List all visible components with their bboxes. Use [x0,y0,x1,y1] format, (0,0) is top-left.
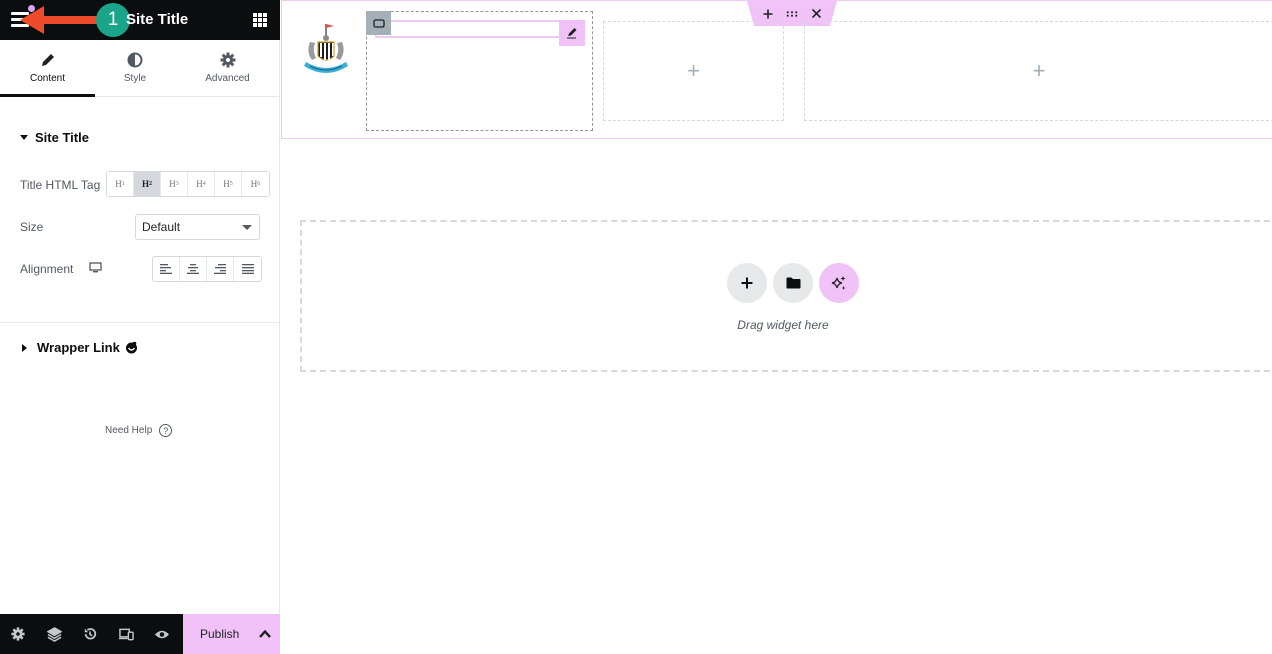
preview-button[interactable] [144,614,180,654]
empty-section-drop-zone[interactable]: Drag widget here [300,220,1272,372]
caret-down-icon [20,135,28,140]
add-section-button[interactable] [727,263,767,303]
tag-h4-button[interactable]: H4 [188,172,215,196]
plus-icon [741,277,753,289]
align-left-button[interactable] [153,257,180,281]
section-wrapper-link-toggle[interactable]: Wrapper Link [20,340,138,355]
widgets-grid-icon[interactable] [253,13,267,27]
add-section-icon[interactable] [762,8,774,20]
gear-icon [220,52,235,68]
section-site-title-toggle[interactable]: Site Title [20,130,89,145]
tab-label: Style [123,73,147,84]
need-help-link[interactable]: Need Help ? [105,424,173,437]
gear-icon [11,627,25,641]
publish-button[interactable]: Publish [200,627,239,641]
section-heading: Site Title [35,130,89,145]
pro-icon [125,341,137,354]
tag-h2-button[interactable]: H2 [134,172,161,196]
site-title-widget[interactable] [375,20,583,38]
drag-handle-icon[interactable] [786,8,798,20]
responsive-icon [118,628,134,640]
header-section[interactable]: + + [281,0,1272,139]
desktop-monitor-icon[interactable] [89,262,102,273]
section-heading: Wrapper Link [37,340,120,355]
drop-zone-text: Drag widget here [302,318,1272,332]
tag-h6-button[interactable]: H6 [242,172,269,196]
half-circle-icon [127,52,143,68]
size-select-value: Default [142,220,181,234]
drop-zone-actions [727,263,859,303]
question-circle-icon: ? [159,424,173,437]
tab-content[interactable]: Content [0,40,95,97]
panel-footer: Publish [0,614,280,654]
history-button[interactable] [72,614,108,654]
align-left-icon [160,264,172,274]
drop-zone-label: Drag widget here [737,318,829,332]
empty-column[interactable]: + [804,21,1272,121]
add-widget-plus-icon[interactable]: + [1033,58,1046,84]
editor-canvas: + + Drag widget here [281,0,1272,654]
navigator-button[interactable] [36,614,72,654]
chevron-up-icon[interactable] [258,627,272,641]
size-select[interactable]: Default [135,214,260,240]
editor-panel: 1 Site Title Content Style Advanced Site… [0,0,280,654]
panel-tabs: Content Style Advanced [0,40,280,97]
html-tag-selector: H1 H2 H3 H4 H5 H6 [106,171,270,197]
add-template-button[interactable] [773,263,813,303]
align-justify-button[interactable] [234,257,261,281]
align-center-button[interactable] [180,257,207,281]
ai-generate-button[interactable] [819,263,859,303]
edit-widget-button[interactable] [559,20,585,46]
tab-label: Advanced [205,73,250,84]
tag-h3-button[interactable]: H3 [161,172,188,196]
size-label: Size [20,220,44,234]
delete-section-icon[interactable] [810,8,822,20]
chevron-down-icon [242,225,252,230]
align-right-button[interactable] [207,257,234,281]
tab-advanced[interactable]: Advanced [175,40,280,96]
empty-column[interactable]: + [603,21,784,121]
align-justify-icon [241,264,254,274]
align-right-icon [214,264,226,274]
folder-icon [786,277,800,289]
column-handle[interactable] [366,11,391,35]
eye-icon [155,630,169,638]
tab-style[interactable]: Style [95,40,175,96]
annotation-step-badge: 1 [96,3,130,37]
layers-icon [46,626,62,642]
title-html-tag-label: Title HTML Tag [20,178,101,192]
responsive-mode-button[interactable] [108,614,144,654]
need-help-label: Need Help [105,425,153,436]
alignment-label: Alignment [20,262,74,276]
ai-sparkle-icon [831,276,846,290]
elementor-editor: 1 Site Title Content Style Advanced Site… [0,0,1272,654]
club-crest-logo[interactable] [302,22,356,78]
section-divider [0,322,280,323]
alignment-selector [152,256,262,282]
history-icon [84,628,97,640]
site-title-column[interactable] [366,11,593,131]
publish-area: Publish [183,614,280,654]
tag-h5-button[interactable]: H5 [215,172,242,196]
panel-title: Site Title [126,11,189,28]
align-center-icon [187,264,199,274]
settings-button[interactable] [0,614,36,654]
tab-label: Content [29,73,66,84]
panel-header: 1 Site Title [0,0,280,40]
pencil-icon [41,54,54,66]
add-widget-plus-icon[interactable]: + [687,58,700,84]
column-icon [372,18,385,28]
pencil-icon [567,28,577,39]
caret-right-icon [22,343,27,352]
tag-h1-button[interactable]: H1 [107,172,134,196]
